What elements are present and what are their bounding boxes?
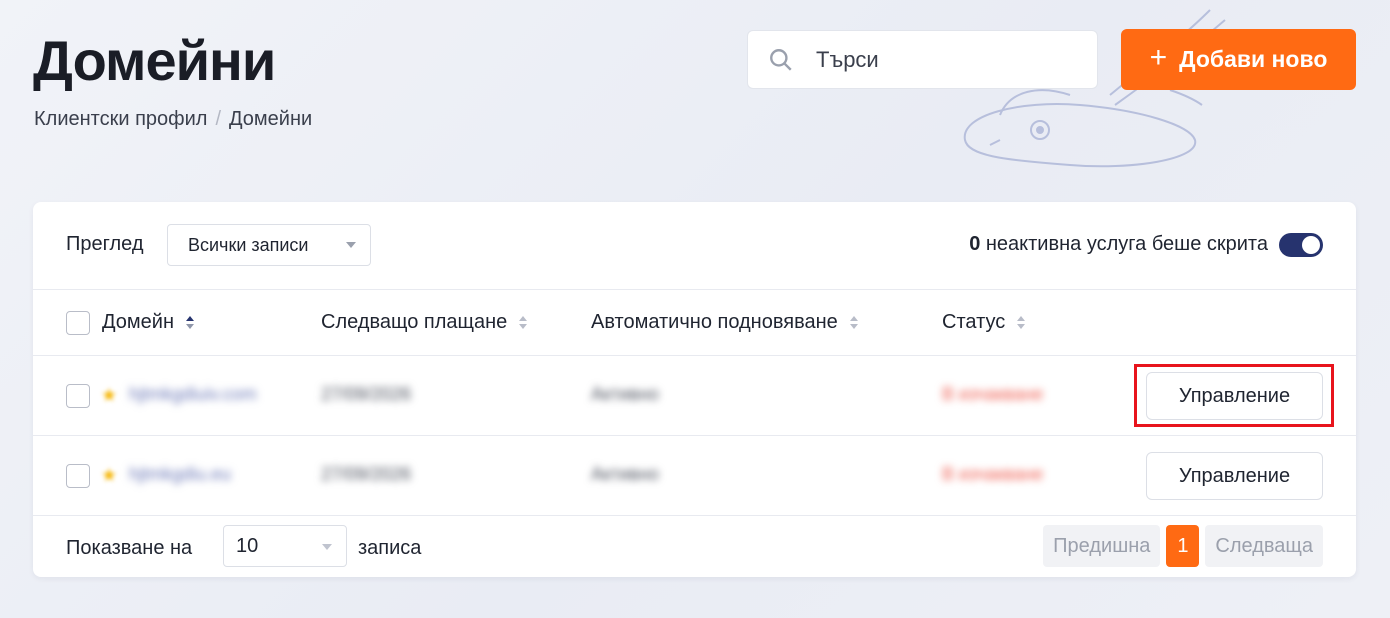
hidden-count: 0: [969, 233, 981, 255]
sort-icon: [185, 316, 194, 329]
sort-icon: [849, 316, 858, 329]
view-select-value: Всички записи: [188, 234, 309, 255]
add-new-button[interactable]: + Добави ново: [1121, 29, 1356, 90]
add-new-label: Добави ново: [1179, 46, 1328, 72]
table-toolbar: Преглед Всички записи 0 неактивна услуга…: [33, 202, 1356, 290]
pagination: Предишна 1 Следваща: [1043, 525, 1323, 567]
breadcrumb-item-domains: Домейни: [229, 108, 313, 130]
breadcrumb-item-client-profile[interactable]: Клиентски профил: [34, 108, 207, 131]
status-badge: В изчакване: [942, 384, 1044, 404]
column-header-next-payment[interactable]: Следващо плащане: [321, 311, 528, 334]
per-page-select[interactable]: 10: [223, 525, 347, 567]
hide-inactive-toggle[interactable]: [1279, 233, 1323, 257]
view-label: Преглед: [66, 233, 144, 255]
breadcrumb: Клиентски профил / Домейни: [34, 108, 312, 131]
table-row: ★ hjtmkgdiuiv.com 27/09/2026 Активно В и…: [33, 356, 1356, 436]
search-box[interactable]: [747, 30, 1098, 89]
hidden-text: неактивна услуга беше скрита: [980, 233, 1268, 255]
column-header-auto-renew-label: Автоматично подновяване: [591, 311, 838, 333]
search-input[interactable]: [816, 46, 1066, 73]
chevron-down-icon: [322, 544, 332, 550]
manage-button[interactable]: Управление: [1146, 372, 1323, 420]
breadcrumb-separator: /: [215, 108, 222, 130]
status-badge: В изчакване: [942, 464, 1044, 484]
next-payment-date: 27/09/2026: [321, 384, 412, 404]
chevron-down-icon: [346, 242, 356, 248]
next-page-button[interactable]: Следваща: [1205, 525, 1323, 567]
domains-card: Преглед Всички записи 0 неактивна услуга…: [33, 202, 1356, 577]
domain-name[interactable]: hjtmkgdiuiv.com: [129, 384, 257, 405]
column-header-domain-label: Домейн: [102, 311, 174, 333]
view-select[interactable]: Всички записи: [167, 224, 371, 266]
table-row: ★ hjtmkgdiu.eu 27/09/2026 Активно В изча…: [33, 436, 1356, 516]
row-checkbox[interactable]: [66, 464, 90, 488]
column-header-status-label: Статус: [942, 311, 1006, 333]
prev-page-button[interactable]: Предишна: [1043, 525, 1161, 567]
page-1-button[interactable]: 1: [1166, 525, 1200, 567]
plus-icon: +: [1149, 41, 1168, 74]
column-header-next-payment-label: Следващо плащане: [321, 311, 508, 333]
star-icon[interactable]: ★: [101, 385, 117, 406]
table-footer: Показване на 10 записа Предишна 1 Следва…: [33, 516, 1356, 577]
select-all-checkbox[interactable]: [66, 311, 90, 335]
page-title: Домейни: [33, 29, 276, 92]
next-payment-date: 27/09/2026: [321, 464, 412, 484]
search-icon: [770, 48, 792, 71]
auto-renew-value: Активно: [591, 384, 659, 404]
column-header-auto-renew[interactable]: Автоматично подновяване: [591, 311, 858, 334]
per-page-value: 10: [236, 534, 259, 557]
domain-name[interactable]: hjtmkgdiu.eu: [129, 464, 231, 485]
manage-button[interactable]: Управление: [1146, 452, 1323, 500]
records-label: записа: [358, 537, 422, 559]
auto-renew-value: Активно: [591, 464, 659, 484]
column-header-status[interactable]: Статус: [942, 311, 1026, 334]
column-header-domain[interactable]: Домейн: [102, 311, 194, 334]
hidden-services-info: 0 неактивна услуга беше скрита: [969, 233, 1268, 256]
sort-icon: [1017, 316, 1026, 329]
show-label: Показване на: [66, 537, 193, 559]
decorative-illustration: [963, 9, 1226, 168]
sort-icon: [519, 316, 528, 329]
table-header: Домейн Следващо плащане Автоматично подн…: [33, 290, 1356, 356]
row-checkbox[interactable]: [66, 384, 90, 408]
star-icon[interactable]: ★: [101, 465, 117, 486]
